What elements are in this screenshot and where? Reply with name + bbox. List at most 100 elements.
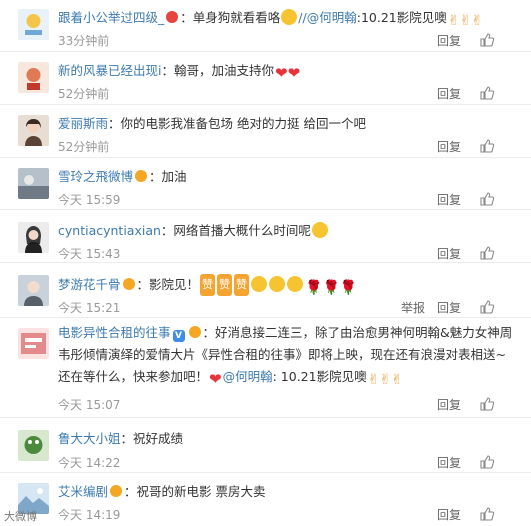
avatar-image-icon (18, 222, 49, 253)
thumbs-up-icon (480, 86, 495, 100)
heart-icon: ❤ (209, 370, 222, 388)
comment-username[interactable]: 跟着小公举过四级_ (58, 10, 164, 25)
like-button[interactable] (479, 32, 511, 50)
avatar[interactable] (18, 115, 49, 146)
like-button[interactable] (479, 299, 511, 317)
kiss-emoji-icon (287, 276, 304, 292)
comment-text-tail: : 10.21影院见噢 (272, 369, 367, 384)
kiss-emoji-icon (269, 276, 286, 292)
comment-item: 爱丽斯雨：你的电影我准备包场 绝对的力挺 给回一个吧 52分钟前 回复 (0, 105, 531, 158)
vip-badge-icon (166, 11, 179, 23)
like-button[interactable] (479, 396, 511, 414)
comment-item: 鲁大大小姐：祝好成绩 今天 14:22 回复 (0, 418, 531, 473)
avatar[interactable] (18, 9, 49, 40)
avatar[interactable] (18, 62, 49, 93)
comment-text: 影院见！ (149, 277, 200, 292)
avatar[interactable] (18, 222, 49, 253)
like-button[interactable] (479, 85, 511, 103)
comment-item: 艾米编剧 ：祝哥的新电影 票房大卖 今天 14:19 回复 (0, 473, 531, 526)
comment-time: 52分钟前 (58, 140, 110, 154)
thumbs-up-icon (480, 246, 495, 260)
vip-badge-icon (110, 485, 123, 497)
reply-button[interactable]: 回复 (437, 454, 461, 471)
comment-item: 梦游花千骨 ：影院见！赞赞赞 🌹🌹🌹 今天 15:21 举报 回复 (0, 263, 531, 318)
comment-item: 电影异性合租的往事 V ：好消息接二连三，除了由治愈男神何明翰&魅力女神周韦彤倾情演… (0, 318, 531, 418)
zan-sticker: 赞 (234, 274, 250, 296)
comment-username[interactable]: cyntiacyntiaxian (58, 223, 161, 238)
comment-text-tail: :10.21影院见噢 (356, 10, 447, 25)
comment-username[interactable]: 鲁大大小姐 (58, 431, 121, 446)
avatar-image-icon (18, 168, 49, 199)
thumbs-up-icon (480, 192, 495, 206)
thumbs-up-icon (480, 455, 495, 469)
comment-time: 33分钟前 (58, 34, 110, 48)
like-button[interactable] (479, 454, 511, 472)
avatar[interactable] (18, 328, 49, 359)
comment-time: 今天 15:21 (58, 301, 121, 315)
avatar[interactable] (18, 168, 49, 199)
reply-button[interactable]: 回复 (437, 245, 461, 262)
comment-item: 雪玲之飛微博 ：加油 今天 15:59 回复 (0, 158, 531, 210)
vip-badge-icon (188, 326, 201, 338)
comment-time: 今天 15:43 (58, 247, 121, 261)
thumbs-up-icon (480, 507, 495, 521)
avatar[interactable] (18, 275, 49, 306)
reply-button[interactable]: 回复 (437, 299, 461, 316)
like-button[interactable] (479, 191, 511, 209)
vip-badge-icon (135, 170, 148, 182)
comment-time: 今天 15:59 (58, 193, 121, 207)
like-button[interactable] (479, 245, 511, 263)
comment-text: 你的电影我准备包场 绝对的力挺 给回一个吧 (120, 116, 366, 131)
avatar-image-icon (18, 430, 49, 461)
victory-hand-icon: ✌✌✌ (447, 13, 483, 29)
thumbs-up-icon (480, 33, 495, 47)
avatar-image-icon (18, 115, 49, 146)
like-button[interactable] (479, 506, 511, 524)
comment-item: cyntiacyntiaxian：网络首播大概什么时间呢 今天 15:43 回复 (0, 210, 531, 263)
reply-button[interactable]: 回复 (437, 191, 461, 208)
watermark: 大微博 (4, 510, 37, 523)
smile-emoji-icon (311, 222, 328, 238)
reply-button[interactable]: 回复 (437, 32, 461, 49)
reply-button[interactable]: 回复 (437, 396, 461, 413)
reply-button[interactable]: 回复 (437, 85, 461, 102)
comment-username[interactable]: 电影异性合租的往事 (58, 325, 171, 340)
victory-hand-icon: ✌✌✌ (367, 372, 403, 388)
comment-username[interactable]: 雪玲之飛微博 (58, 169, 133, 184)
comment-item: 新的风暴已经出现i：翰哥，加油支持你❤❤ 52分钟前 回复 (0, 52, 531, 105)
comment-username[interactable]: 艾米编剧 (58, 484, 108, 499)
smile-emoji-icon (281, 9, 298, 25)
comment-username[interactable]: 爱丽斯雨 (58, 116, 108, 131)
vip-badge-icon (122, 278, 135, 290)
avatar-image-icon (18, 62, 49, 93)
reply-button[interactable]: 回复 (437, 138, 461, 155)
avatar[interactable] (18, 430, 49, 461)
comment-time: 52分钟前 (58, 87, 110, 101)
comment-text: 加油 (161, 169, 187, 184)
thumbs-up-icon (480, 300, 495, 314)
comment-list: 跟着小公举过四级_ ：单身狗就看看咯//@何明翰:10.21影院见噢✌✌✌ 33分… (0, 0, 531, 526)
avatar-image-icon (18, 328, 49, 359)
comment-text: 网络首播大概什么时间呢 (173, 223, 311, 238)
mention-link[interactable]: @何明翰 (223, 369, 273, 384)
comment-item: 跟着小公举过四级_ ：单身狗就看看咯//@何明翰:10.21影院见噢✌✌✌ 33分… (0, 0, 531, 52)
zan-sticker: 赞 (217, 274, 233, 296)
comment-text: 翰哥，加油支持你 (174, 63, 275, 78)
reply-button[interactable]: 回复 (437, 506, 461, 523)
comment-username[interactable]: 新的风暴已经出现i (58, 63, 161, 78)
comment-text: 祝好成绩 (133, 431, 184, 446)
thumbs-up-icon (480, 139, 495, 153)
kiss-emoji-icon (251, 276, 268, 292)
verified-v-icon: V (172, 330, 185, 342)
comment-username[interactable]: 梦游花千骨 (58, 277, 121, 292)
thumbs-up-icon (480, 397, 495, 411)
avatar-image-icon (18, 9, 49, 40)
zan-sticker: 赞 (200, 274, 216, 296)
comment-time: 今天 14:22 (58, 456, 121, 470)
comment-time: 今天 14:19 (58, 508, 121, 522)
like-button[interactable] (479, 138, 511, 156)
report-button[interactable]: 举报 (401, 299, 425, 316)
mention-link[interactable]: //@何明翰 (298, 10, 356, 25)
avatar-image-icon (18, 275, 49, 306)
comment-text: 祝哥的新电影 票房大卖 (136, 484, 266, 499)
